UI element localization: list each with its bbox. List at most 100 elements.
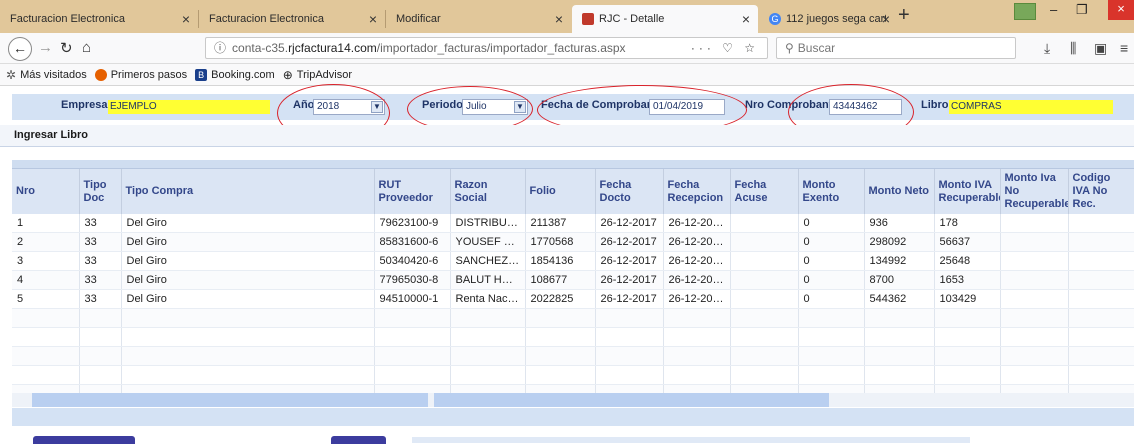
cell-fecha-recepcion[interactable]: 26-12-2017 bbox=[663, 289, 731, 309]
cell-fecha-docto[interactable]: 26-12-2017 bbox=[595, 270, 664, 290]
cell-codigo-iva-no-rec[interactable] bbox=[1068, 289, 1134, 309]
cell-fecha-docto[interactable]: 26-12-2017 bbox=[595, 251, 664, 271]
forward-arrow-icon[interactable]: → bbox=[38, 39, 53, 56]
menu-icon[interactable]: ≡ bbox=[1120, 40, 1128, 56]
cell-nro[interactable] bbox=[12, 346, 80, 366]
cell-monto-iva-recuperable[interactable] bbox=[934, 365, 1001, 385]
cell-fecha-recepcion[interactable]: 26-12-2017 bbox=[663, 232, 731, 252]
cell-codigo-iva-no-rec[interactable] bbox=[1068, 365, 1134, 385]
tab-facturacion-2[interactable]: Facturacion Electronica × bbox=[199, 5, 385, 33]
cell-rut-proveedor[interactable]: 85831600-6 bbox=[374, 232, 451, 252]
close-icon[interactable]: × bbox=[882, 11, 890, 27]
close-icon[interactable]: × bbox=[555, 11, 563, 27]
cell-tipo-doc[interactable] bbox=[79, 365, 122, 385]
cell-fecha-acuse[interactable] bbox=[730, 232, 799, 252]
table-row[interactable] bbox=[12, 327, 1134, 347]
cell-folio[interactable] bbox=[525, 346, 596, 366]
cell-folio[interactable]: 2022825 bbox=[525, 289, 596, 309]
column-header-monto-iva-recuperable[interactable]: Monto IVA Recuperable bbox=[934, 169, 1001, 214]
cell-tipo-doc[interactable]: 33 bbox=[79, 270, 122, 290]
search-input[interactable]: ⚲ Buscar bbox=[776, 37, 1016, 59]
cell-nro[interactable]: 2 bbox=[12, 232, 80, 252]
window-close-button[interactable]: × bbox=[1108, 0, 1134, 20]
cell-monto-iva-recuperable[interactable]: 103429 bbox=[934, 289, 1001, 309]
cell-monto-iva-recuperable[interactable]: 178 bbox=[934, 214, 1001, 233]
cell-rut-proveedor[interactable] bbox=[374, 327, 451, 347]
cell-monto-iva-no-recuperable[interactable] bbox=[1000, 308, 1069, 328]
cell-fecha-acuse[interactable] bbox=[730, 346, 799, 366]
cell-tipo-doc[interactable] bbox=[79, 308, 122, 328]
cell-fecha-docto[interactable] bbox=[595, 308, 664, 328]
column-header-codigo-iva-no-rec[interactable]: Codigo IVA No Rec. bbox=[1068, 169, 1134, 214]
empresa-field[interactable]: EJEMPLO bbox=[108, 100, 270, 114]
cell-rut-proveedor[interactable]: 50340420-6 bbox=[374, 251, 451, 271]
cell-tipo-compra[interactable]: Del Giro bbox=[121, 270, 375, 290]
cell-codigo-iva-no-rec[interactable] bbox=[1068, 232, 1134, 252]
tab-sega-search[interactable]: G 112 juegos sega cartucho - Bus × bbox=[759, 5, 894, 33]
table-row[interactable]: 233Del Giro85831600-6YOUSEF CHAHUAN17705… bbox=[12, 232, 1134, 252]
cell-codigo-iva-no-rec[interactable] bbox=[1068, 214, 1134, 233]
cell-tipo-compra[interactable]: Del Giro bbox=[121, 214, 375, 233]
cell-monto-iva-no-recuperable[interactable] bbox=[1000, 270, 1069, 290]
cell-nro[interactable] bbox=[12, 308, 80, 328]
cell-fecha-docto[interactable] bbox=[595, 327, 664, 347]
cell-fecha-recepcion[interactable] bbox=[663, 365, 731, 385]
cell-nro[interactable] bbox=[12, 327, 80, 347]
cell-tipo-compra[interactable] bbox=[121, 308, 375, 328]
cell-codigo-iva-no-rec[interactable] bbox=[1068, 327, 1134, 347]
cell-fecha-docto[interactable] bbox=[595, 346, 664, 366]
cell-tipo-doc[interactable] bbox=[79, 327, 122, 347]
column-header-razon-social[interactable]: Razon Social bbox=[450, 169, 526, 214]
cell-fecha-acuse[interactable] bbox=[730, 270, 799, 290]
cell-monto-neto[interactable]: 936 bbox=[864, 214, 935, 233]
cell-monto-iva-no-recuperable[interactable] bbox=[1000, 327, 1069, 347]
close-icon[interactable]: × bbox=[369, 11, 377, 27]
cell-fecha-recepcion[interactable]: 26-12-2017 bbox=[663, 214, 731, 233]
table-row[interactable]: 333Del Giro50340420-6SANCHEZ Y CIA185413… bbox=[12, 251, 1134, 271]
cell-fecha-recepcion[interactable]: 26-12-2017 bbox=[663, 270, 731, 290]
cell-folio[interactable] bbox=[525, 365, 596, 385]
library-icon[interactable]: ⫼ bbox=[1070, 40, 1076, 57]
cell-tipo-doc[interactable]: 33 bbox=[79, 289, 122, 309]
column-header-fecha-docto[interactable]: Fecha Docto bbox=[595, 169, 664, 214]
cell-monto-iva-recuperable[interactable] bbox=[934, 327, 1001, 347]
table-row[interactable]: 133Del Giro79623100-9DISTRIBUIDORA211387… bbox=[12, 214, 1134, 233]
cell-razon-social[interactable] bbox=[450, 365, 526, 385]
cell-fecha-docto[interactable]: 26-12-2017 bbox=[595, 214, 664, 233]
cell-monto-iva-recuperable[interactable] bbox=[934, 346, 1001, 366]
cell-monto-iva-no-recuperable[interactable] bbox=[1000, 346, 1069, 366]
cell-rut-proveedor[interactable]: 77965030-8 bbox=[374, 270, 451, 290]
bookmark-mas-visitados[interactable]: ✲ Más visitados bbox=[6, 68, 87, 82]
bookmark-booking[interactable]: B Booking.com bbox=[195, 68, 275, 81]
column-header-tipo-doc[interactable]: Tipo Doc bbox=[79, 169, 122, 214]
column-header-nro[interactable]: Nro bbox=[12, 169, 80, 214]
cell-nro[interactable]: 1 bbox=[12, 214, 80, 233]
cell-razon-social[interactable]: BALUT HERMANOS bbox=[450, 270, 526, 290]
cell-razon-social[interactable]: Renta Nacional bbox=[450, 289, 526, 309]
cell-codigo-iva-no-rec[interactable] bbox=[1068, 308, 1134, 328]
cell-folio[interactable]: 108677 bbox=[525, 270, 596, 290]
cell-monto-iva-no-recuperable[interactable] bbox=[1000, 214, 1069, 233]
cell-tipo-doc[interactable]: 33 bbox=[79, 251, 122, 271]
cell-monto-iva-no-recuperable[interactable] bbox=[1000, 232, 1069, 252]
cell-rut-proveedor[interactable] bbox=[374, 346, 451, 366]
download-icon[interactable]: ⤓ bbox=[1044, 40, 1050, 57]
cell-fecha-acuse[interactable] bbox=[730, 214, 799, 233]
cell-fecha-acuse[interactable] bbox=[730, 308, 799, 328]
cell-monto-iva-no-recuperable[interactable] bbox=[1000, 365, 1069, 385]
cell-monto-iva-recuperable[interactable]: 25648 bbox=[934, 251, 1001, 271]
column-header-monto-iva-no-recuperable[interactable]: Monto Iva No Recuperable bbox=[1000, 169, 1069, 214]
cell-fecha-acuse[interactable] bbox=[730, 289, 799, 309]
column-header-fecha-acuse[interactable]: Fecha Acuse bbox=[730, 169, 799, 214]
scrollbar-thumb[interactable] bbox=[32, 393, 428, 407]
column-header-rut-proveedor[interactable]: RUT Proveedor bbox=[374, 169, 451, 214]
cell-fecha-docto[interactable] bbox=[595, 365, 664, 385]
cell-razon-social[interactable] bbox=[450, 327, 526, 347]
cell-monto-iva-no-recuperable[interactable] bbox=[1000, 251, 1069, 271]
column-header-tipo-compra[interactable]: Tipo Compra bbox=[121, 169, 375, 214]
cell-tipo-compra[interactable]: Del Giro bbox=[121, 251, 375, 271]
cell-monto-neto[interactable] bbox=[864, 308, 935, 328]
cell-monto-neto[interactable]: 134992 bbox=[864, 251, 935, 271]
cell-tipo-doc[interactable]: 33 bbox=[79, 232, 122, 252]
cell-fecha-recepcion[interactable] bbox=[663, 308, 731, 328]
